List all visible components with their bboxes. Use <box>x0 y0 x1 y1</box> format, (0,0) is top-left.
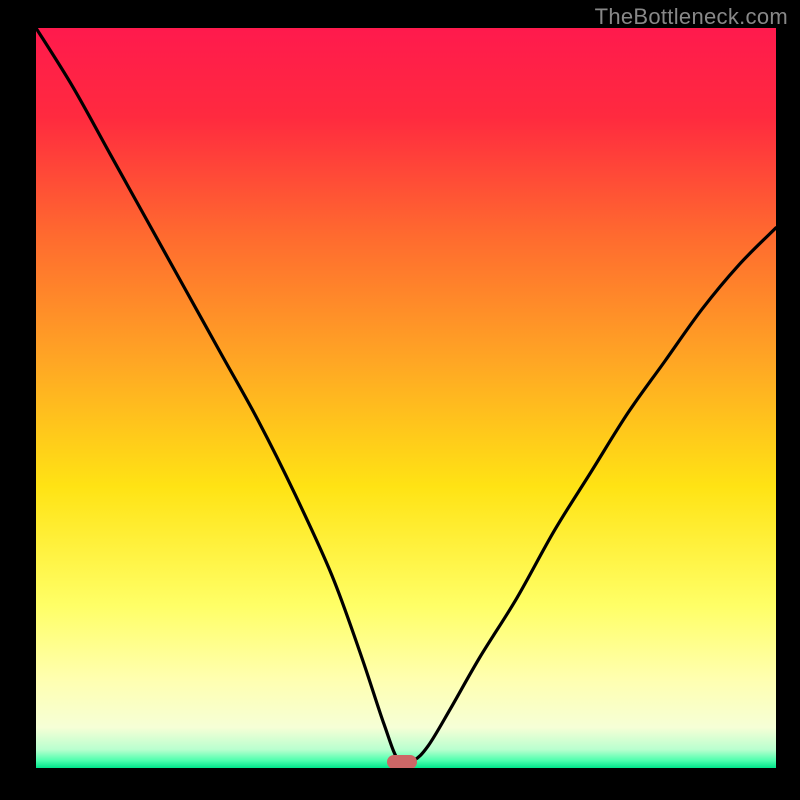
watermark-text: TheBottleneck.com <box>595 4 788 30</box>
bottleneck-curve <box>36 28 776 768</box>
plot-area <box>36 28 776 768</box>
optimum-marker <box>387 755 417 768</box>
chart-frame: TheBottleneck.com <box>0 0 800 800</box>
